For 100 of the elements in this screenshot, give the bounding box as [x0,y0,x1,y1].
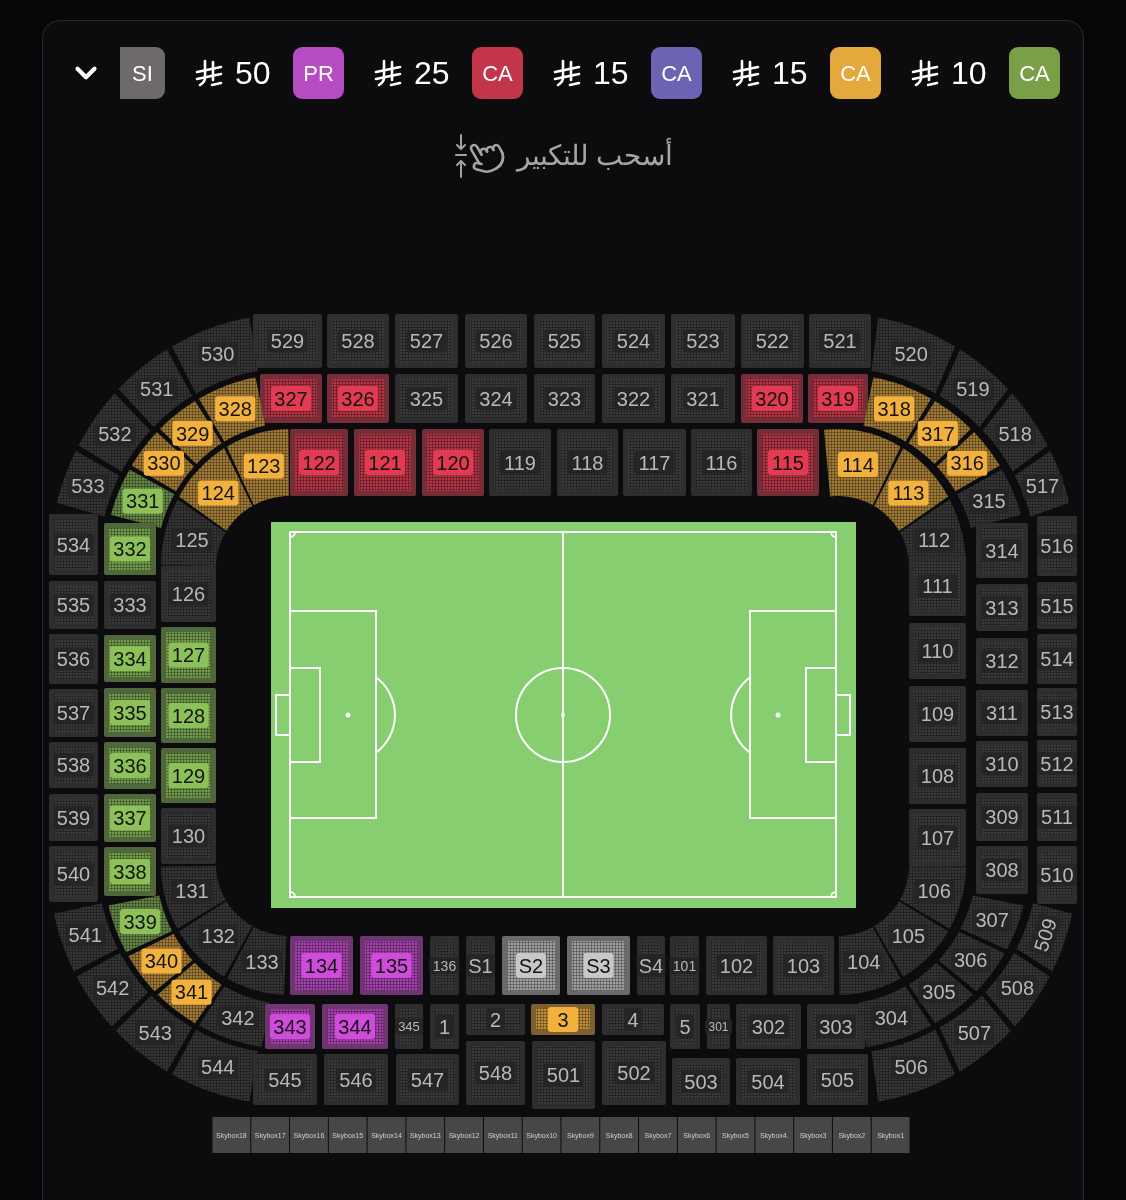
seat-section[interactable]: 107 [909,809,966,866]
seat-section[interactable]: 307 [960,895,1024,950]
seat-section[interactable]: 535 [49,581,98,629]
seat-section[interactable]: 546 [324,1054,388,1105]
seat-section[interactable]: 5 [670,1004,700,1049]
seat-section[interactable]: 514 [1036,634,1078,684]
seat-section[interactable]: 332 [104,523,156,575]
seat-section[interactable]: 334 [104,635,156,682]
seat-section[interactable]: 533 [56,451,120,517]
price-tier-tag[interactable]: PR [293,47,344,99]
seat-section[interactable]: 502 [602,1041,666,1105]
seat-section[interactable]: 523 [671,314,735,368]
seat-section[interactable]: 521 [809,314,871,368]
seat-section[interactable]: 337 [104,794,156,842]
seat-section[interactable]: 313 [976,584,1028,631]
seat-section[interactable]: 327 [260,374,322,423]
seat-section[interactable]: 117 [623,429,686,496]
seat-section[interactable]: 106 [899,865,966,929]
seat-section[interactable]: 111 [909,556,966,616]
seat-section[interactable]: 320 [741,374,803,423]
seat-section[interactable]: 125 [161,499,226,567]
seat-section[interactable]: 539 [49,794,98,841]
seat-section[interactable]: 538 [49,742,98,788]
seat-section[interactable]: 301 [705,1004,732,1049]
seat-section[interactable]: S3 [567,936,630,995]
seat-section[interactable]: 548 [466,1041,525,1105]
seat-section[interactable]: 511 [1036,793,1078,841]
seat-section[interactable]: 128 [161,688,216,743]
seat-section[interactable]: 504 [736,1058,800,1105]
seat-section[interactable]: 326 [327,374,389,423]
seat-section[interactable]: 312 [976,638,1028,684]
seat-section[interactable]: 127 [161,627,216,683]
seat-section[interactable]: 344 [322,1004,388,1049]
seat-section[interactable]: 345 [394,1004,424,1049]
seat-section[interactable]: 135 [360,936,423,995]
seat-section[interactable]: 343 [265,1004,315,1049]
seat-section[interactable]: 333 [104,581,156,629]
seat-section[interactable]: 102 [706,936,767,995]
seat-section[interactable]: 509 [1016,903,1072,972]
seat-section[interactable]: 527 [395,314,458,368]
seat-section[interactable]: 505 [807,1054,868,1105]
seat-section[interactable]: 536 [49,634,98,684]
seat-section[interactable]: 134 [290,936,353,995]
seat-section[interactable]: 323 [534,374,595,423]
seat-section[interactable]: S1 [466,936,495,995]
price-tier-tag[interactable]: CA [472,47,523,99]
seat-section[interactable]: 322 [602,374,665,423]
seat-section[interactable]: 545 [253,1054,317,1105]
seat-section[interactable]: 321 [671,374,735,423]
price-tier-tag[interactable]: CA [651,47,702,99]
seat-section[interactable]: 101 [669,936,700,995]
seat-section[interactable]: 335 [104,688,156,737]
seat-section[interactable]: 540 [49,846,98,902]
seat-section[interactable]: 303 [807,1004,865,1049]
seat-section[interactable]: 311 [976,690,1028,736]
price-tier-tag[interactable]: SI [120,47,165,99]
seat-section[interactable]: 309 [976,793,1028,841]
seat-section[interactable]: 136 [429,936,460,995]
seat-section[interactable]: 501 [532,1041,595,1109]
seat-section[interactable]: 109 [909,686,966,742]
seat-section[interactable]: 118 [557,429,618,496]
seat-section[interactable]: 319 [808,374,868,423]
seat-section[interactable]: 108 [909,748,966,804]
seat-section[interactable]: 537 [49,689,98,737]
seat-section[interactable]: 115 [757,429,819,496]
seat-section[interactable]: 110 [909,623,966,679]
seat-section[interactable]: 338 [104,847,156,896]
seat-section[interactable]: 302 [736,1004,801,1049]
seat-section[interactable]: 129 [161,748,216,803]
seat-section[interactable]: 122 [290,429,348,496]
seat-section[interactable]: 3 [531,1004,595,1035]
seat-section[interactable]: 513 [1036,688,1078,736]
seat-section[interactable]: 103 [773,936,834,995]
seat-section[interactable]: 529 [253,314,322,368]
seat-section[interactable]: 534 [49,514,98,575]
seat-section[interactable]: 517 [1014,451,1070,517]
seat-section[interactable]: 2 [466,1004,525,1035]
seat-section[interactable]: 314 [976,523,1028,578]
seat-section[interactable]: 515 [1036,582,1078,629]
seat-section[interactable]: S4 [636,936,666,995]
seat-section[interactable]: 121 [354,429,416,496]
seat-section[interactable]: 522 [741,314,804,368]
seat-section[interactable]: 120 [422,429,484,496]
seat-section[interactable]: 547 [396,1054,459,1105]
seat-section[interactable]: 336 [104,742,156,789]
seat-section[interactable]: 308 [976,846,1028,894]
seat-section[interactable]: 310 [976,741,1028,787]
seat-section[interactable]: 324 [465,374,527,423]
seat-section[interactable]: 541 [54,903,118,972]
seat-section[interactable]: 524 [602,314,665,368]
seat-section[interactable]: 1 [430,1004,459,1049]
seat-section[interactable]: 4 [602,1004,664,1035]
seat-section[interactable]: 528 [327,314,389,368]
seat-section[interactable]: 131 [161,865,226,929]
seat-section[interactable]: 325 [395,374,458,423]
seat-section[interactable]: 506 [871,1029,955,1102]
seat-section[interactable]: 116 [691,429,752,496]
seat-section[interactable]: 512 [1036,740,1078,787]
seat-section[interactable]: 526 [465,314,527,368]
seat-section[interactable]: 503 [672,1058,730,1105]
